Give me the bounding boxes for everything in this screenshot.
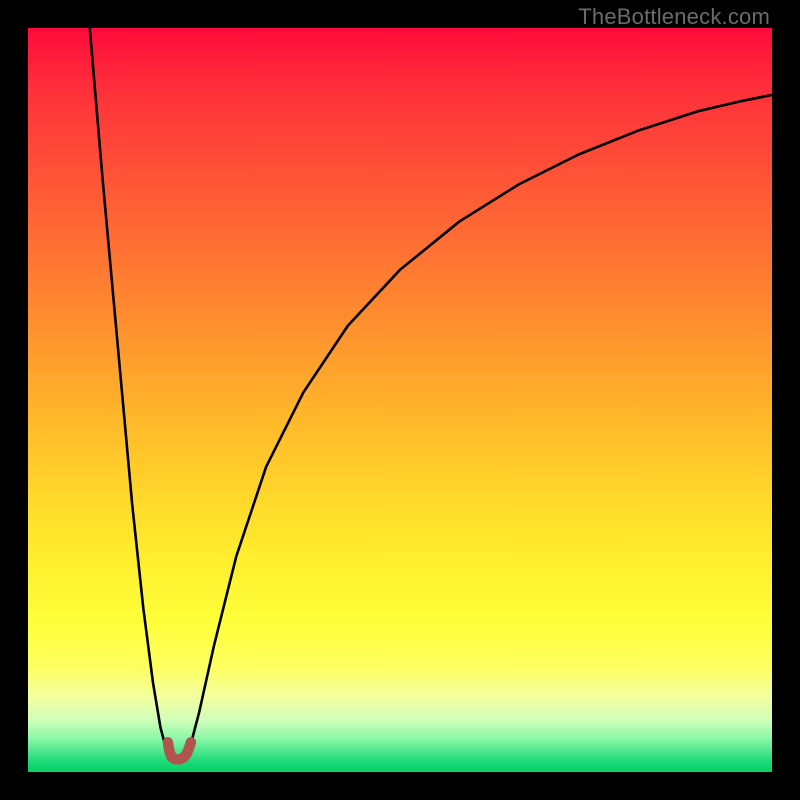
plot-area [28, 28, 772, 772]
chart-frame: TheBottleneck.com [0, 0, 800, 800]
curve-left-branch [90, 28, 170, 755]
watermark-text: TheBottleneck.com [578, 4, 770, 30]
curve-layer [28, 28, 772, 772]
valley-marker [168, 742, 191, 759]
curve-right-branch [188, 95, 772, 755]
